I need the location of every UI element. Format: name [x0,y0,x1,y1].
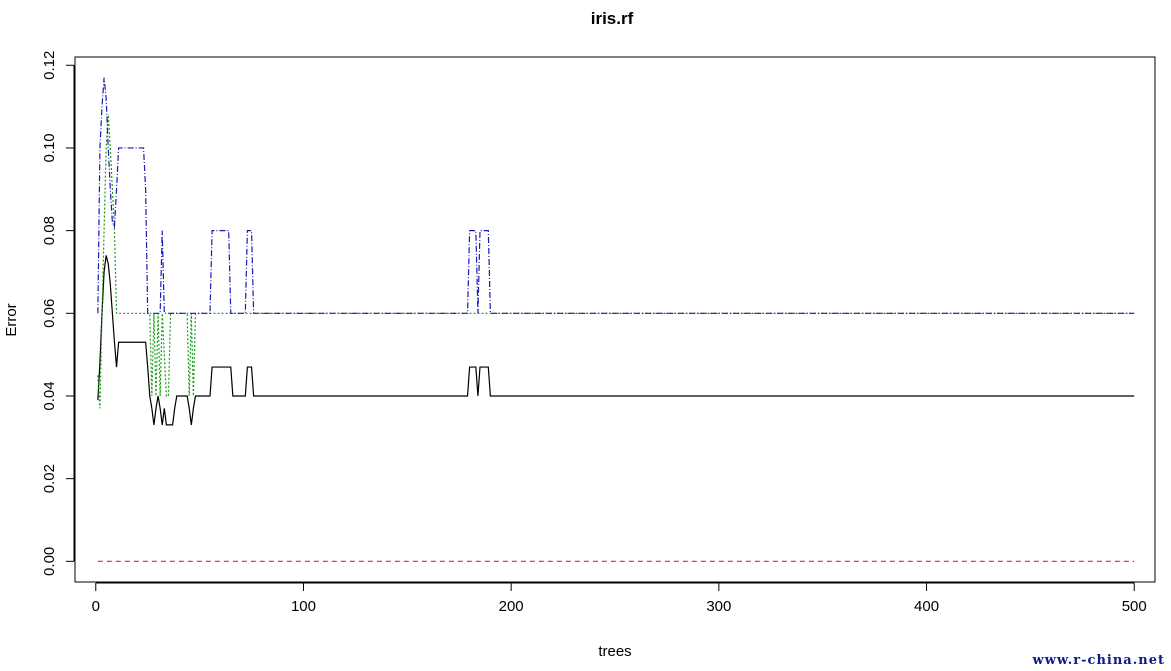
y-axis-label: Error [3,303,20,336]
site-watermark: www.r-china.net [1032,653,1165,668]
x-tick-label: 300 [706,598,731,615]
y-axis: 0.00 0.02 0.04 0.06 0.08 0.10 0.12 [41,51,75,576]
y-tick-label: 0.10 [41,133,58,162]
x-tick-label: 500 [1122,598,1147,615]
x-axis: 0 100 200 300 400 500 [92,582,1147,615]
series-line-3 [97,114,1135,409]
y-tick-label: 0.06 [41,299,58,328]
y-tick-label: 0.00 [41,547,58,576]
chart-title: iris.rf [591,9,634,28]
y-tick-label: 0.02 [41,464,58,493]
x-tick-label: 100 [291,598,316,615]
x-tick-label: 200 [499,598,524,615]
y-tick-label: 0.04 [41,381,58,410]
x-axis-label: trees [598,643,631,660]
y-tick-label: 0.08 [41,216,58,245]
y-tick-label: 0.12 [41,51,58,80]
series-line-4 [97,77,1135,314]
series-layer [97,77,1135,562]
x-tick-label: 0 [92,598,100,615]
error-rate-chart: iris.rf 0 100 200 300 400 500 0.000.020.040.0… [3,9,1156,660]
plot-box [74,56,1156,583]
x-tick-label: 400 [914,598,939,615]
